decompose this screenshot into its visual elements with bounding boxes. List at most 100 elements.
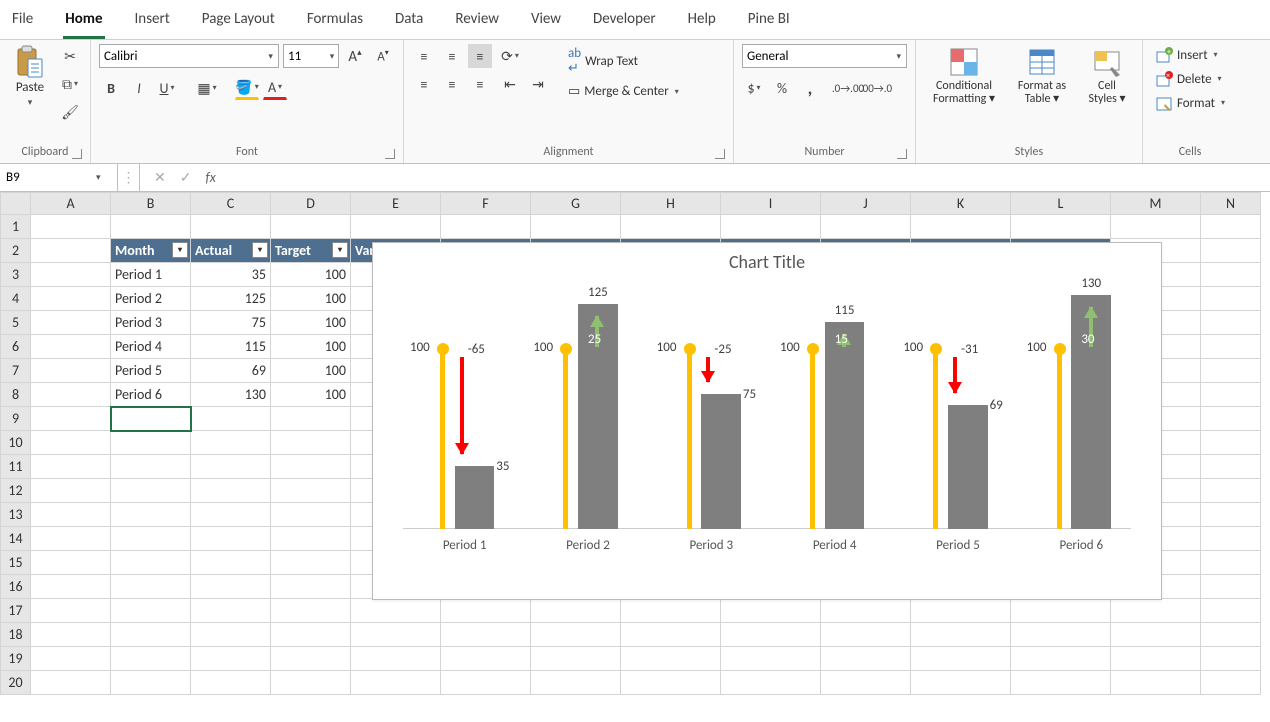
cell[interactable] bbox=[621, 671, 721, 695]
row-header[interactable]: 16 bbox=[1, 575, 31, 599]
cell[interactable] bbox=[191, 503, 271, 527]
cell[interactable] bbox=[31, 239, 111, 263]
cell[interactable] bbox=[1201, 623, 1261, 647]
number-format-combo[interactable]: ▾ bbox=[742, 44, 907, 68]
cell[interactable] bbox=[191, 671, 271, 695]
cell[interactable] bbox=[441, 215, 531, 239]
format-cells-button[interactable]: Format▾ bbox=[1151, 92, 1229, 114]
chart-title[interactable]: Chart Title bbox=[373, 243, 1161, 277]
cell[interactable] bbox=[1201, 359, 1261, 383]
cell[interactable] bbox=[271, 623, 351, 647]
cell[interactable] bbox=[621, 623, 721, 647]
cell[interactable] bbox=[621, 599, 721, 623]
row-header[interactable]: 9 bbox=[1, 407, 31, 431]
cell[interactable] bbox=[31, 527, 111, 551]
number-format-input[interactable] bbox=[743, 49, 892, 64]
cell[interactable] bbox=[271, 455, 351, 479]
filter-button[interactable]: ▾ bbox=[252, 242, 268, 258]
percent-button[interactable]: % bbox=[770, 76, 794, 100]
tab-view[interactable]: View bbox=[529, 6, 563, 39]
wrap-text-button[interactable]: ab↵ Wrap Text bbox=[564, 44, 683, 78]
cell[interactable] bbox=[1201, 263, 1261, 287]
col-header-A[interactable]: A bbox=[31, 193, 111, 215]
cell[interactable] bbox=[1111, 671, 1201, 695]
cell[interactable]: Period 4 bbox=[111, 335, 191, 359]
tab-data[interactable]: Data bbox=[393, 6, 425, 39]
cell[interactable] bbox=[271, 479, 351, 503]
cell[interactable]: Month▾ bbox=[111, 239, 191, 263]
font-name-input[interactable] bbox=[100, 49, 263, 64]
cell[interactable] bbox=[31, 455, 111, 479]
copy-button[interactable]: ⧉▾ bbox=[58, 72, 82, 96]
format-as-table-button[interactable]: Format asTable ▾ bbox=[1010, 44, 1074, 108]
col-header-D[interactable]: D bbox=[271, 193, 351, 215]
col-header-K[interactable]: K bbox=[911, 193, 1011, 215]
cell[interactable] bbox=[1201, 599, 1261, 623]
cell[interactable] bbox=[191, 407, 271, 431]
cell[interactable] bbox=[821, 599, 911, 623]
cell[interactable] bbox=[31, 287, 111, 311]
row-header[interactable]: 14 bbox=[1, 527, 31, 551]
row-header[interactable]: 12 bbox=[1, 479, 31, 503]
cell[interactable]: 100 bbox=[271, 335, 351, 359]
cell[interactable] bbox=[441, 623, 531, 647]
cell[interactable] bbox=[31, 335, 111, 359]
delete-cells-button[interactable]: × Delete▾ bbox=[1151, 68, 1229, 90]
cell[interactable]: 115 bbox=[191, 335, 271, 359]
align-middle-button[interactable]: ≡ bbox=[440, 44, 464, 68]
cell[interactable] bbox=[31, 503, 111, 527]
row-header[interactable]: 3 bbox=[1, 263, 31, 287]
cell[interactable] bbox=[911, 623, 1011, 647]
align-center-button[interactable]: ≡ bbox=[440, 72, 464, 96]
cell[interactable] bbox=[31, 479, 111, 503]
filter-button[interactable]: ▾ bbox=[172, 242, 188, 258]
conditional-formatting-button[interactable]: ConditionalFormatting ▾ bbox=[924, 44, 1004, 108]
dialog-launcher-icon[interactable] bbox=[897, 149, 907, 159]
cut-button[interactable]: ✂ bbox=[58, 44, 82, 68]
cell[interactable] bbox=[191, 455, 271, 479]
namebox-resize-handle[interactable]: ⋮ bbox=[118, 164, 140, 191]
col-header-E[interactable]: E bbox=[351, 193, 441, 215]
tab-review[interactable]: Review bbox=[453, 6, 501, 39]
italic-button[interactable]: I bbox=[127, 76, 151, 100]
cell[interactable] bbox=[911, 647, 1011, 671]
cell[interactable] bbox=[1011, 647, 1111, 671]
row-header[interactable]: 19 bbox=[1, 647, 31, 671]
cell[interactable] bbox=[271, 407, 351, 431]
cell[interactable] bbox=[31, 263, 111, 287]
font-color-button[interactable]: A▾ bbox=[263, 76, 287, 100]
row-header[interactable]: 15 bbox=[1, 551, 31, 575]
col-header-B[interactable]: B bbox=[111, 193, 191, 215]
cell[interactable] bbox=[1201, 311, 1261, 335]
cell[interactable] bbox=[1201, 575, 1261, 599]
cell[interactable] bbox=[31, 599, 111, 623]
increase-font-button[interactable]: A▴ bbox=[343, 44, 367, 68]
font-size-combo[interactable]: ▾ bbox=[283, 44, 339, 68]
row-header[interactable]: 10 bbox=[1, 431, 31, 455]
dialog-launcher-icon[interactable] bbox=[385, 149, 395, 159]
cell[interactable] bbox=[191, 431, 271, 455]
cell[interactable] bbox=[441, 671, 531, 695]
cell[interactable] bbox=[531, 215, 621, 239]
cell[interactable] bbox=[31, 551, 111, 575]
cell[interactable] bbox=[531, 623, 621, 647]
cell[interactable] bbox=[441, 599, 531, 623]
cell[interactable] bbox=[191, 599, 271, 623]
cancel-formula-button[interactable]: ✕ bbox=[154, 169, 166, 186]
formula-input[interactable] bbox=[230, 164, 1270, 191]
chevron-down-icon[interactable]: ▾ bbox=[892, 51, 907, 62]
tab-help[interactable]: Help bbox=[686, 6, 718, 39]
cell[interactable]: 125 bbox=[191, 287, 271, 311]
bold-button[interactable]: B bbox=[99, 76, 123, 100]
cell[interactable] bbox=[31, 623, 111, 647]
cell[interactable] bbox=[111, 623, 191, 647]
cell[interactable] bbox=[1201, 455, 1261, 479]
cell[interactable]: Period 6 bbox=[111, 383, 191, 407]
insert-cells-button[interactable]: + Insert▾ bbox=[1151, 44, 1229, 66]
cell[interactable]: 100 bbox=[271, 359, 351, 383]
cell[interactable] bbox=[31, 215, 111, 239]
cell[interactable] bbox=[1201, 527, 1261, 551]
cell[interactable] bbox=[111, 215, 191, 239]
cell[interactable] bbox=[911, 215, 1011, 239]
cell[interactable] bbox=[271, 527, 351, 551]
